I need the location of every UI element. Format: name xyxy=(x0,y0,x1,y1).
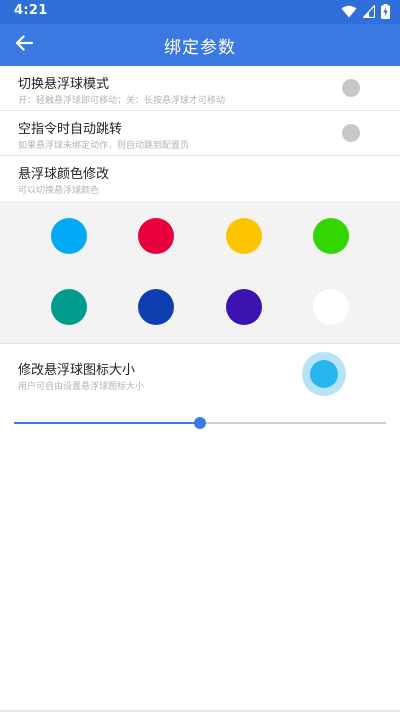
size-slider-thumb[interactable] xyxy=(194,417,206,429)
size-slider-fill xyxy=(14,422,200,424)
color-swatch-sky-blue[interactable] xyxy=(51,218,87,254)
status-icons xyxy=(341,4,390,19)
color-swatch-indigo[interactable] xyxy=(226,289,262,325)
cell-signal-icon xyxy=(363,5,375,18)
color-swatch-navy[interactable] xyxy=(138,289,174,325)
color-swatch-amber[interactable] xyxy=(226,218,262,254)
color-swatch-red[interactable] xyxy=(138,218,174,254)
auto-jump-toggle[interactable] xyxy=(342,124,360,142)
wifi-icon xyxy=(341,5,357,18)
color-swatch-white[interactable] xyxy=(313,289,349,325)
setting-title: 切换悬浮球模式 xyxy=(18,77,110,92)
size-slider[interactable] xyxy=(14,417,386,429)
setting-row-float-mode[interactable]: 切换悬浮球模式 开：轻触悬浮球即可移动；关：长按悬浮球才可移动 xyxy=(0,66,400,110)
setting-subtitle: 开：轻触悬浮球即可移动；关：长按悬浮球才可移动 xyxy=(18,96,226,106)
setting-row-color: 悬浮球颜色修改 可以切换悬浮球颜色 xyxy=(0,156,400,201)
page-title: 绑定参数 xyxy=(164,38,236,58)
float-ball-preview xyxy=(302,352,346,396)
setting-subtitle: 用户可自由设置悬浮球图标大小 xyxy=(18,382,145,392)
setting-subtitle: 可以切换悬浮球颜色 xyxy=(18,186,100,196)
status-bar: 4:21 xyxy=(0,0,400,24)
setting-subtitle: 如果悬浮球未绑定动作，则自动跳到配置页 xyxy=(18,141,190,151)
setting-title: 修改悬浮球图标大小 xyxy=(18,363,136,378)
setting-row-auto-jump[interactable]: 空指令时自动跳转 如果悬浮球未绑定动作，则自动跳到配置页 xyxy=(0,111,400,155)
color-swatch-green[interactable] xyxy=(313,218,349,254)
battery-charging-icon xyxy=(381,4,390,19)
float-mode-toggle[interactable] xyxy=(342,79,360,97)
float-ball-preview-icon xyxy=(310,360,338,388)
setting-title: 空指令时自动跳转 xyxy=(18,122,123,137)
app-bar: 绑定参数 xyxy=(0,24,400,66)
color-palette xyxy=(0,201,400,343)
color-swatch-teal[interactable] xyxy=(51,289,87,325)
setting-title: 悬浮球颜色修改 xyxy=(18,167,110,182)
status-time: 4:21 xyxy=(14,3,48,18)
